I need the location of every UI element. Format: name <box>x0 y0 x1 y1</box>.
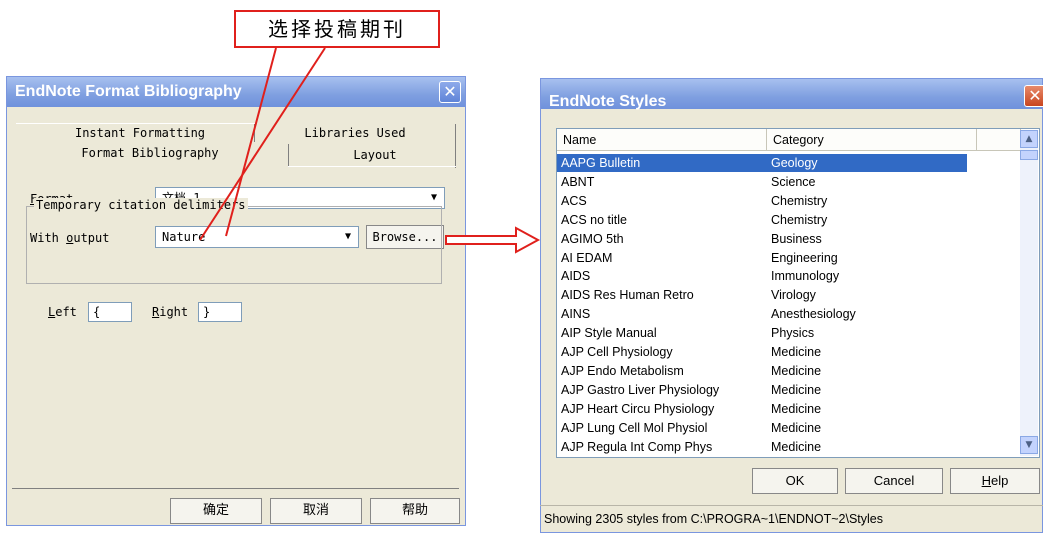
annotation-arrows <box>199 47 541 254</box>
callout-leader-line <box>199 47 326 241</box>
right-arrow-icon <box>445 226 541 254</box>
callout-leader-line <box>225 47 277 237</box>
